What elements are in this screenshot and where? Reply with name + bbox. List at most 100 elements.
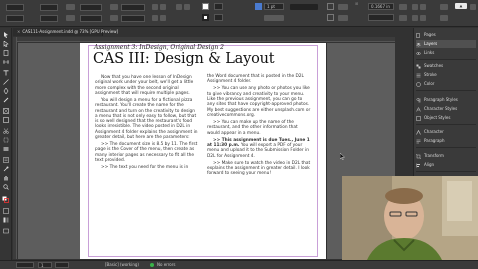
height-field[interactable] xyxy=(40,15,58,22)
opacity-control[interactable] xyxy=(264,15,284,21)
character-icon xyxy=(416,129,421,135)
formatting-container-icon[interactable] xyxy=(3,208,9,214)
fill-dropdown[interactable] xyxy=(214,3,223,10)
fill-proportional-icon[interactable] xyxy=(412,15,418,21)
style-preflight-profile[interactable]: [Basic] (working) xyxy=(105,261,139,269)
panel-stroke[interactable]: Stroke xyxy=(416,71,476,79)
free-transform-tool-icon[interactable] xyxy=(3,137,9,143)
stroke-swatch[interactable] xyxy=(202,14,209,21)
rotate-icon[interactable] xyxy=(110,4,118,10)
select-next-icon[interactable] xyxy=(184,4,190,10)
auto-fit-icon[interactable] xyxy=(399,4,407,10)
flip-h-icon[interactable] xyxy=(152,4,158,10)
scissors-tool-icon[interactable] xyxy=(3,128,9,134)
scale-x-field[interactable] xyxy=(80,4,102,11)
panel-layers[interactable]: Layers xyxy=(416,40,476,48)
width-field[interactable] xyxy=(40,4,58,11)
zoom-tool-icon[interactable] xyxy=(3,184,9,190)
preflight-status[interactable]: No errors xyxy=(157,261,175,269)
panel-character[interactable]: Character xyxy=(416,128,476,136)
selection-tool-icon[interactable] xyxy=(3,32,9,38)
wrap-icon[interactable] xyxy=(338,4,348,10)
pen-tool-icon[interactable] xyxy=(3,88,9,94)
document-tab[interactable]: × CAS111-Assignment.indd @ 73% [GPU Previ… xyxy=(13,28,118,36)
fill-swatch[interactable] xyxy=(202,3,209,10)
panel-color[interactable]: Color xyxy=(416,80,476,88)
shear-icon[interactable] xyxy=(110,15,118,21)
select-content-icon[interactable] xyxy=(160,15,166,21)
mouse-pointer-icon xyxy=(339,145,346,161)
stroke-dropdown[interactable] xyxy=(214,14,223,21)
gap-tool-icon[interactable] xyxy=(3,59,9,65)
share-button[interactable]: ▲ xyxy=(455,3,467,9)
scale-x-control[interactable] xyxy=(66,4,75,10)
zoom-field[interactable] xyxy=(368,14,394,21)
page-number-field[interactable]: 1 xyxy=(38,262,52,268)
pencil-tool-icon[interactable] xyxy=(3,97,9,103)
panel-paragraph[interactable]: Paragraph xyxy=(416,137,476,145)
panel-transform[interactable]: Transform xyxy=(416,152,476,160)
flip-v-icon[interactable] xyxy=(160,4,166,10)
assignment-heading[interactable]: Assignment 3: InDesign, Original Design … xyxy=(94,44,224,51)
panel-links[interactable]: Links xyxy=(416,49,476,57)
rectangle-tool-icon[interactable] xyxy=(3,117,9,123)
numbering-icon[interactable] xyxy=(440,15,448,21)
gap-field[interactable]: 0.1667 in xyxy=(368,3,394,10)
document-page[interactable]: Assignment 3: InDesign, Original Design … xyxy=(80,43,326,259)
scale-y-control[interactable] xyxy=(66,15,75,21)
zoom-level-field[interactable] xyxy=(16,262,34,268)
apply-color-icon[interactable] xyxy=(3,217,9,223)
text-column-left[interactable]: Now that you have one lesson of InDesign… xyxy=(95,75,198,172)
shear-field[interactable] xyxy=(121,15,145,22)
direct-selection-tool-icon[interactable] xyxy=(3,41,9,47)
reference-point-icon[interactable]: ⊞ xyxy=(355,1,358,7)
select-previous-icon[interactable] xyxy=(176,4,182,10)
page-tool-icon[interactable] xyxy=(3,50,9,56)
panel-align[interactable]: Align xyxy=(416,161,476,169)
panel-label: Paragraph xyxy=(424,138,445,143)
panel-swatches[interactable]: Swatches xyxy=(416,62,476,70)
stroke-weight-icon[interactable] xyxy=(255,3,262,10)
drop-shadow-icon[interactable] xyxy=(338,15,348,21)
stroke-type-dropdown[interactable] xyxy=(290,4,318,10)
corner-icon[interactable] xyxy=(327,3,334,10)
vertical-ruler[interactable] xyxy=(13,37,17,259)
fill-stroke-icon[interactable] xyxy=(2,196,9,203)
panel-object-styles[interactable]: Object Styles xyxy=(416,114,476,122)
rotate-field[interactable] xyxy=(121,4,145,11)
frame-fitting-icon[interactable] xyxy=(399,15,407,21)
webcam-video xyxy=(342,176,478,260)
paragraph-icon xyxy=(416,139,421,144)
horizontal-ruler[interactable] xyxy=(17,37,395,42)
page-title[interactable]: CAS III: Design & Layout xyxy=(93,51,275,67)
x-field[interactable] xyxy=(6,4,24,11)
stroke-weight-field[interactable]: 1 pt xyxy=(264,3,284,10)
page-nav-buttons[interactable] xyxy=(55,262,69,268)
gradient-tool-icon[interactable] xyxy=(3,146,9,152)
y-field[interactable] xyxy=(6,15,24,22)
panel-separator xyxy=(416,171,476,172)
type-tool-icon[interactable] xyxy=(3,70,9,76)
pasteboard[interactable]: Assignment 3: InDesign, Original Design … xyxy=(18,43,395,259)
line-tool-icon[interactable] xyxy=(3,79,9,85)
effects-icon[interactable] xyxy=(327,14,334,21)
fit-frame-icon[interactable] xyxy=(420,4,426,10)
center-content-icon[interactable] xyxy=(420,15,426,21)
rectangle-frame-tool-icon[interactable] xyxy=(3,108,9,114)
panel-paragraph-styles[interactable]: Paragraph Styles xyxy=(416,96,476,104)
screen-mode-icon[interactable] xyxy=(3,228,9,234)
fit-content-icon[interactable] xyxy=(412,4,418,10)
scale-y-field[interactable] xyxy=(80,15,102,22)
eyedropper-tool-icon[interactable] xyxy=(3,166,9,172)
note-tool-icon[interactable] xyxy=(3,157,9,163)
select-container-icon[interactable] xyxy=(152,15,158,21)
menu-icon[interactable] xyxy=(470,4,476,10)
panel-pages[interactable]: Pages xyxy=(416,31,476,39)
panel-label: Stroke xyxy=(424,72,437,77)
text-column-right[interactable]: the Word document that is posted in the … xyxy=(207,74,311,178)
close-tab-icon[interactable]: × xyxy=(17,29,20,34)
swatches-icon xyxy=(416,64,421,69)
bullets-icon[interactable] xyxy=(440,4,448,10)
hand-tool-icon[interactable] xyxy=(3,175,9,181)
panel-character-styles[interactable]: Character Styles xyxy=(416,105,476,113)
